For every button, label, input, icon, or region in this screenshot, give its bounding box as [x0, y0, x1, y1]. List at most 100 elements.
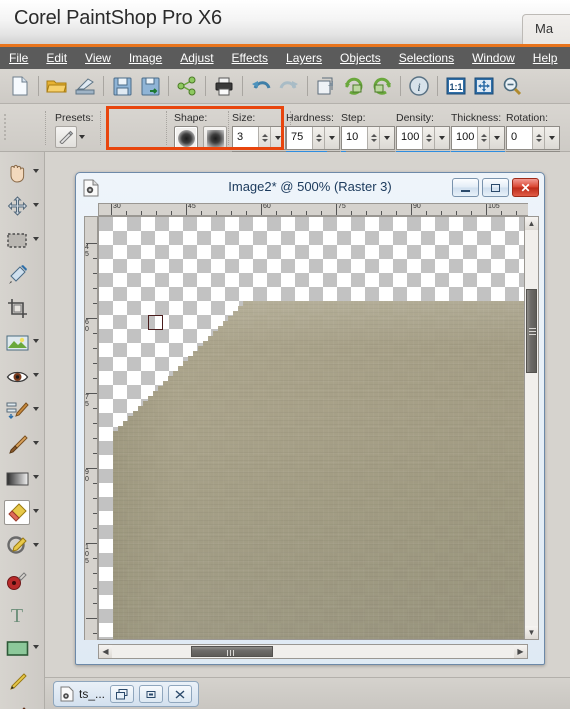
thickness-dropdown-arrow[interactable] [489, 127, 504, 149]
move-tool[interactable] [0, 186, 45, 220]
gradient-tool-flyout-arrow[interactable] [33, 475, 39, 479]
density-value[interactable]: 100 [397, 127, 422, 149]
paint-brush-tool[interactable] [0, 424, 45, 458]
step-spinner[interactable]: 10 [341, 126, 395, 150]
close-button[interactable] [168, 685, 193, 703]
workspace-tab-manage[interactable]: Ma [522, 14, 570, 45]
gradient-tool[interactable] [0, 458, 45, 492]
options-bar-grip[interactable] [4, 112, 9, 144]
selection-tool[interactable] [0, 220, 45, 254]
paint-brush-tool-flyout-arrow[interactable] [33, 441, 39, 445]
size-dropdown-arrow[interactable] [270, 127, 285, 149]
hardness-dropdown-arrow[interactable] [324, 127, 339, 149]
presets-button[interactable] [55, 126, 77, 148]
image-canvas[interactable] [98, 216, 528, 640]
info-icon[interactable]: i [405, 72, 433, 100]
menu-window[interactable]: Window [463, 49, 524, 67]
new-image-icon[interactable] [6, 72, 34, 100]
rotation-value[interactable]: 0 [507, 127, 532, 149]
zoom-actual-icon[interactable]: 1:1 [442, 72, 470, 100]
thickness-value[interactable]: 100 [452, 127, 477, 149]
density-dropdown-arrow[interactable] [434, 127, 449, 149]
fit-to-window-icon[interactable] [470, 72, 498, 100]
presets-dropdown-arrow[interactable] [79, 135, 85, 139]
rotation-stepper[interactable] [532, 127, 544, 149]
selection-tool-flyout-arrow[interactable] [33, 237, 39, 241]
shape-round-button[interactable] [174, 126, 198, 150]
red-eye-tool[interactable] [0, 356, 45, 390]
menu-effects[interactable]: Effects [223, 49, 277, 67]
eraser-tool-flyout-arrow[interactable] [33, 509, 39, 513]
horizontal-scrollbar-thumb[interactable] [191, 646, 273, 657]
vertical-scrollbar[interactable]: ▲ ▼ [524, 216, 539, 640]
rotate-left-icon[interactable] [340, 72, 368, 100]
share-icon[interactable] [173, 72, 201, 100]
shape-tool-flyout-arrow[interactable] [33, 645, 39, 649]
open-icon[interactable] [43, 72, 71, 100]
pen-tool[interactable] [0, 662, 45, 696]
pan-tool[interactable] [0, 152, 45, 186]
horizontal-ruler[interactable]: 30 45 60 75 90 105 [98, 203, 528, 216]
scroll-left-arrow[interactable]: ◀ [99, 645, 112, 658]
duplicate-icon[interactable] [312, 72, 340, 100]
scanner-import-icon[interactable] [71, 72, 99, 100]
thickness-stepper[interactable] [477, 127, 489, 149]
maximize-button[interactable] [482, 178, 509, 197]
menu-layers[interactable]: Layers [277, 49, 331, 67]
print-icon[interactable] [210, 72, 238, 100]
restore-button[interactable] [110, 685, 135, 703]
hardness-value[interactable]: 75 [287, 127, 312, 149]
undo-icon[interactable] [247, 72, 275, 100]
rotation-dropdown-arrow[interactable] [544, 127, 559, 149]
text-tool[interactable]: T [0, 594, 45, 628]
clone-tool[interactable] [0, 526, 45, 560]
image-window-title-bar[interactable]: Image2* @ 500% (Raster 3) ✕ [76, 173, 544, 203]
menu-help[interactable]: Help [524, 49, 567, 67]
dropper-tool[interactable] [0, 254, 45, 288]
menu-view[interactable]: View [76, 49, 120, 67]
straighten-tool[interactable] [0, 322, 45, 356]
art-media-tool[interactable] [0, 696, 45, 709]
redo-icon[interactable] [275, 72, 303, 100]
save-as-icon[interactable] [136, 72, 164, 100]
pan-tool-flyout-arrow[interactable] [33, 169, 39, 173]
scroll-up-arrow[interactable]: ▲ [525, 217, 538, 230]
step-value[interactable]: 10 [342, 127, 367, 149]
menu-image[interactable]: Image [120, 49, 171, 67]
eraser-tool[interactable] [0, 492, 45, 526]
density-stepper[interactable] [422, 127, 434, 149]
document-tab[interactable]: ts_... [53, 681, 200, 707]
clone-tool-flyout-arrow[interactable] [33, 543, 39, 547]
close-button[interactable]: ✕ [512, 178, 539, 197]
crop-tool[interactable] [0, 288, 45, 322]
minimize-button[interactable] [452, 178, 479, 197]
menu-edit[interactable]: Edit [37, 49, 76, 67]
step-stepper[interactable] [367, 127, 379, 149]
size-spinner[interactable]: 3 [232, 126, 286, 150]
menu-selections[interactable]: Selections [390, 49, 463, 67]
horizontal-scrollbar[interactable]: ◀ ▶ [98, 644, 528, 659]
thickness-spinner[interactable]: 100 [451, 126, 505, 150]
rotate-right-icon[interactable] [368, 72, 396, 100]
hardness-stepper[interactable] [312, 127, 324, 149]
zoom-out-icon[interactable] [498, 72, 526, 100]
size-value[interactable]: 3 [233, 127, 258, 149]
size-stepper[interactable] [258, 127, 270, 149]
minimize-button[interactable] [139, 685, 164, 703]
red-eye-tool-flyout-arrow[interactable] [33, 373, 39, 377]
scroll-down-arrow[interactable]: ▼ [525, 626, 538, 639]
save-icon[interactable] [108, 72, 136, 100]
makeover-tool-flyout-arrow[interactable] [33, 407, 39, 411]
straighten-tool-flyout-arrow[interactable] [33, 339, 39, 343]
shape-square-button[interactable] [203, 126, 227, 150]
hardness-spinner[interactable]: 75 [286, 126, 340, 150]
vertical-ruler[interactable]: 45607590105 [84, 216, 98, 640]
image-document-window[interactable]: Image2* @ 500% (Raster 3) ✕ 30 45 60 75 90 10… [75, 172, 545, 665]
density-spinner[interactable]: 100 [396, 126, 450, 150]
menu-objects[interactable]: Objects [331, 49, 390, 67]
vertical-scrollbar-thumb[interactable] [526, 289, 537, 373]
step-dropdown-arrow[interactable] [379, 127, 394, 149]
move-tool-flyout-arrow[interactable] [33, 203, 39, 207]
rotation-spinner[interactable]: 0 [506, 126, 560, 150]
menu-adjust[interactable]: Adjust [171, 49, 222, 67]
